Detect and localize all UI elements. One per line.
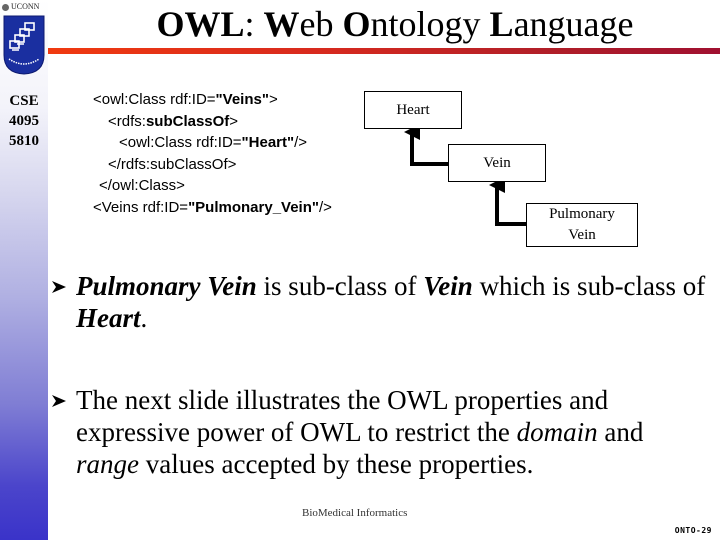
course-line: CSE [9,93,39,109]
code-line: <rdfs:subClassOf> [93,111,332,133]
code-line: <Veins rdf:ID="Pulmonary_Vein"/> [93,197,332,219]
node-label: Pulmonary [549,206,615,222]
footer-text: BioMedical Informatics [302,507,408,519]
title-part: : [244,4,264,44]
bullet-segment: Pulmonary Vein [76,271,257,301]
code-line: </owl:Class> [93,175,332,197]
bullet-segment: Vein [423,271,473,301]
owl-code-block: <owl:Class rdf:ID="Veins"> <rdfs:subClass… [93,89,332,218]
title-part: L [489,4,514,44]
code-token: > [229,112,239,130]
code-token: "Heart" [241,134,295,151]
code-token: > [268,91,278,108]
edge-vein-to-heart [404,124,448,166]
node-label: Heart [396,101,430,118]
code-token: </owl:Class> [99,177,185,194]
code-token: "Veins" [215,91,269,108]
bullet-point: Pulmonary Vein is sub-class of Vein whic… [76,270,706,334]
slide-title: OWL: Web Ontology Language [100,2,690,46]
title-part: OWL [156,4,245,44]
code-line: <owl:Class rdf:ID="Veins"> [93,89,332,111]
title-part: anguage [513,4,634,44]
title-divider [48,48,720,54]
bullet-arrow-icon [52,395,66,407]
university-seal-icon [2,3,9,11]
title-part: eb [299,4,343,44]
bullet-segment: Heart [76,303,141,333]
code-token: <rdfs: [108,112,146,130]
code-token: <Veins rdf:ID= [93,198,189,216]
node-label: Vein [483,154,511,171]
code-line: </rdfs:subClassOf> [93,154,332,176]
code-token: "Pulmonary_Vein" [188,198,319,216]
sidebar: UCONN CSE 4095 5810 [0,0,48,540]
code-token: subClassOf [145,112,230,130]
node-pulmonary-vein: Pulmonary Vein [526,203,638,247]
bullet-segment: which is sub-class of [472,271,706,301]
edge-pulmonary-to-vein [489,177,526,226]
code-token: <owl:Class rdf:ID= [119,134,242,151]
bullet-arrow-icon [52,281,66,293]
title-part: W [263,4,300,44]
bullet-segment: is sub-class of [256,271,424,301]
department-logo-icon [3,15,45,75]
course-line: 4095 [9,113,39,129]
code-token: /> [294,134,308,151]
bullet-segment: and [597,417,644,447]
bullet-point: The next slide illustrates the OWL prope… [76,384,706,480]
course-line: 5810 [9,133,39,149]
title-part: O [342,4,371,44]
bullet-segment: range [76,449,139,479]
bullet-segment: values accepted by these properties. [139,449,534,479]
code-token: <owl:Class rdf:ID= [93,91,216,108]
code-token: </rdfs:subClassOf> [108,155,237,173]
university-label: UCONN [2,1,39,13]
slide-number: ONTO-29 [674,526,712,535]
university-name: UCONN [11,2,40,11]
title-part: ntology [370,4,490,44]
bullet-segment: domain [516,417,598,447]
code-line: <owl:Class rdf:ID="Heart"/> [93,132,332,154]
bullet-segment: . [140,303,148,333]
course-codes: CSE 4095 5810 [0,91,48,151]
node-vein: Vein [448,144,546,182]
code-token: /> [319,198,332,216]
node-label: Vein [568,227,596,243]
node-heart: Heart [364,91,462,129]
